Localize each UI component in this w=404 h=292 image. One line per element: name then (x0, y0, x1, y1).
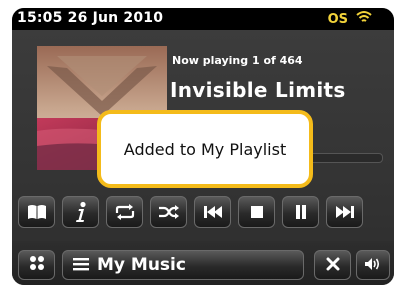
stop-icon (250, 205, 264, 219)
shuffle-button[interactable] (150, 196, 187, 228)
my-music-menu-button[interactable]: My Music (62, 250, 304, 280)
hamburger-icon (73, 256, 89, 275)
popup-message: Added to My Playlist (123, 139, 287, 159)
book-icon (27, 204, 47, 220)
volume-button[interactable] (356, 250, 390, 280)
playback-controls (12, 196, 394, 232)
repeat-icon (114, 204, 136, 220)
info-icon (73, 201, 89, 223)
clock-date: 15:05 26 Jun 2010 (17, 10, 164, 26)
info-button[interactable] (62, 196, 99, 228)
grid-icon (29, 255, 45, 275)
pause-icon (294, 204, 308, 220)
pause-button[interactable] (282, 196, 319, 228)
device-screen: 15:05 26 Jun 2010 OS Now playing 1 of 46… (12, 8, 394, 285)
repeat-button[interactable] (106, 196, 143, 228)
now-playing-position: Now playing 1 of 464 (172, 54, 303, 67)
stop-button[interactable] (238, 196, 275, 228)
status-bar: 15:05 26 Jun 2010 OS (12, 8, 394, 30)
notification-popup: Added to My Playlist (97, 110, 313, 188)
volume-icon (364, 256, 382, 275)
wifi-icon (356, 10, 372, 28)
os-indicator: OS (327, 11, 348, 27)
status-indicators: OS (328, 10, 372, 28)
next-icon (335, 205, 355, 219)
shuffle-icon (158, 204, 180, 220)
close-icon (326, 256, 340, 275)
library-button[interactable] (18, 196, 55, 228)
close-button[interactable] (314, 250, 351, 280)
menu-label: My Music (97, 255, 186, 275)
bottom-bar: My Music (12, 241, 394, 285)
previous-button[interactable] (194, 196, 231, 228)
next-button[interactable] (326, 196, 363, 228)
previous-icon (203, 205, 223, 219)
track-title: Invisible Limits (170, 78, 346, 102)
home-button[interactable] (18, 250, 55, 280)
